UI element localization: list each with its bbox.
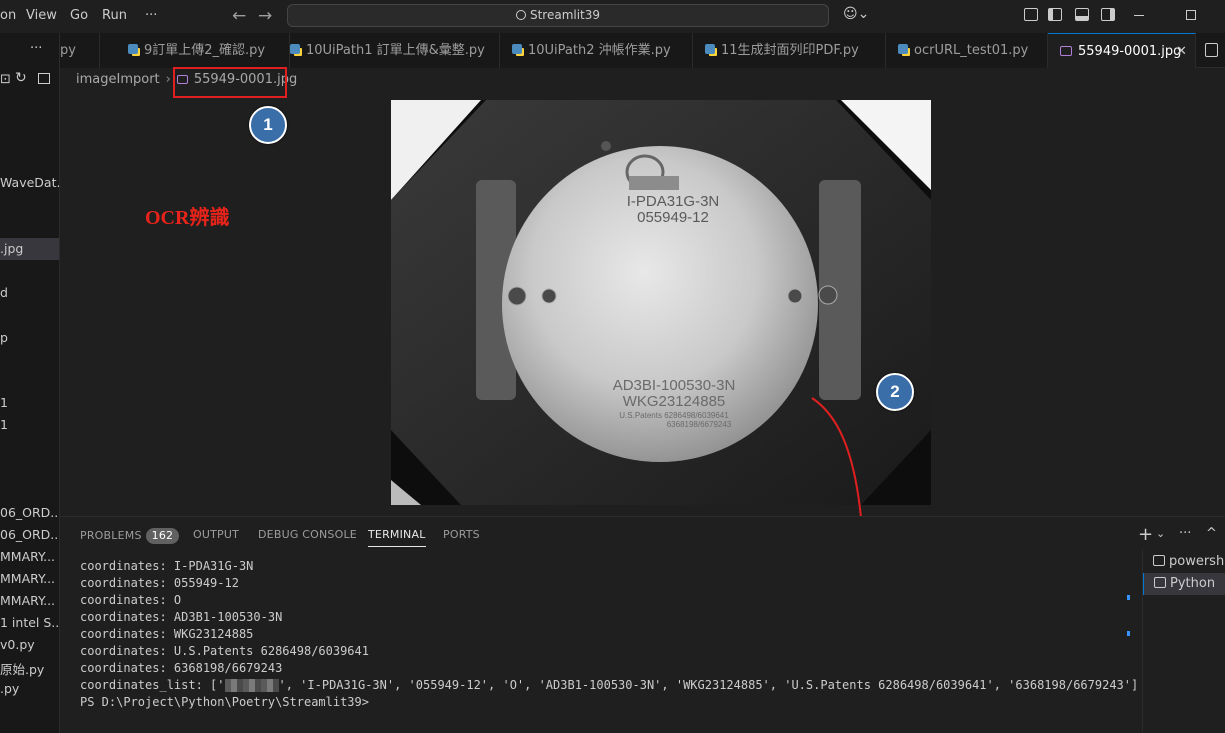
terminal-item-label: powershell [1169,554,1225,569]
tab-output[interactable]: OUTPUT [193,528,239,541]
step-badge-1: 1 [249,106,287,144]
terminal-list: powershell Python [1142,549,1225,733]
list-prefix: coordinates_list: [' [80,678,225,692]
maximize-panel-icon[interactable]: ^ [1206,526,1217,541]
list-suffix: ', 'I-PDA31G-3N', '055949-12', 'O', 'AD3… [278,678,1139,692]
tab-ports[interactable]: PORTS [443,528,480,541]
terminal-line: coordinates: WKG23124885 [80,627,254,641]
terminal-marker [1127,595,1130,600]
redacted-block [224,679,279,692]
terminal-line: coordinates: I-PDA31G-3N [80,559,254,573]
terminal-marker [1127,631,1130,636]
tab-problems[interactable]: PROBLEMS 162 [80,528,180,544]
terminal-icon [1153,555,1165,566]
terminal-item-python[interactable]: Python [1143,573,1225,595]
terminal-line: coordinates: 6368198/6679243 [80,661,283,675]
terminal-dropdown-icon[interactable]: ⌄ [1156,527,1165,540]
terminal-icon [1154,577,1166,588]
terminal-item-powershell[interactable]: powershell [1143,551,1225,573]
terminal-line: coordinates: 055949-12 [80,576,239,590]
terminal-line: coordinates: O [80,593,182,607]
problems-count-badge: 162 [145,528,180,544]
bottom-panel: PROBLEMS 162 OUTPUT DEBUG CONSOLE TERMINA… [60,516,1225,733]
tab-problems-label: PROBLEMS [80,529,142,542]
terminal-prompt[interactable]: PS D:\Project\Python\Poetry\Streamlit39> [80,695,369,709]
terminal-line: coordinates: U.S.Patents 6286498/6039641 [80,644,369,658]
tab-debug-console[interactable]: DEBUG CONSOLE [258,528,357,541]
more-actions-icon[interactable]: ··· [1179,526,1191,541]
terminal-item-label: Python [1170,576,1216,591]
step-badge-2: 2 [876,373,914,411]
tab-terminal[interactable]: TERMINAL [368,528,426,547]
terminal-list-line: coordinates_list: [' ', 'I-PDA31G-3N', '0… [80,678,1138,692]
new-terminal-icon[interactable]: + [1138,524,1153,545]
terminal-line: coordinates: AD3B1-100530-3N [80,610,283,624]
